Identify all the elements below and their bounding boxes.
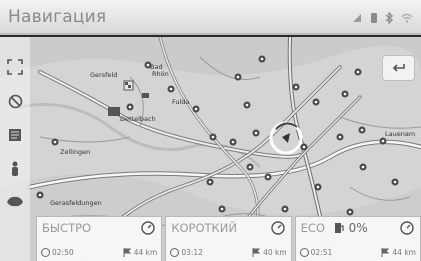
map-options-icon[interactable] (4, 124, 26, 146)
map-controls-sidebar (0, 37, 30, 261)
map-label: Lauenam (385, 130, 415, 138)
route-name: БЫСТРО (42, 221, 92, 235)
flag-icon (252, 248, 261, 257)
route-meta: 02:50 44 km (41, 248, 157, 257)
start-flag-icon (123, 80, 134, 91)
route-time: 02:50 (52, 248, 74, 257)
layers-icon[interactable] (4, 190, 26, 212)
fuel-indicator: 0% (334, 221, 368, 235)
return-arrow-icon (392, 64, 405, 72)
route-distance: 44 km (392, 248, 416, 257)
navigation-screen: Навигация Gersfeld Bad Rhön Fulda Dettel… (0, 0, 421, 261)
status-bar (351, 9, 413, 28)
page-title: Навигация (8, 7, 107, 27)
fuel-percent: 0% (348, 221, 368, 235)
map-label: Gersfeld (90, 71, 117, 79)
map-label: Dettelbach (120, 115, 156, 123)
title-bar: Навигация (0, 0, 421, 35)
speedometer-icon (400, 221, 414, 235)
route-fast-card[interactable]: БЫСТРО 02:50 44 km (36, 216, 163, 261)
route-distance: 44 km (133, 248, 158, 257)
map-label: Zellingen (60, 148, 90, 156)
clock-icon (41, 248, 50, 257)
wifi-icon (401, 9, 413, 28)
phone-icon (370, 9, 378, 28)
route-short-card[interactable]: КОРОТКИЙ 03:12 40 km (165, 216, 292, 261)
route-time: 03:12 (181, 248, 203, 257)
route-name: КОРОТКИЙ (171, 221, 237, 235)
fuel-pump-icon (334, 223, 344, 233)
route-meta: 03:12 40 km (170, 248, 287, 257)
zoom-extent-icon[interactable] (4, 56, 26, 78)
back-button[interactable] (382, 55, 415, 81)
flag-icon (381, 248, 390, 257)
map-label: Fulda (172, 98, 189, 106)
signal-icon (351, 9, 363, 28)
speedometer-icon (141, 221, 156, 235)
no-entry-icon[interactable] (4, 90, 26, 112)
route-distance: 40 km (263, 248, 287, 257)
person-icon[interactable] (4, 158, 26, 180)
speedometer-icon (270, 221, 285, 235)
route-meta: 02:51 44 km (299, 248, 416, 257)
route-time: 02:51 (310, 248, 333, 257)
route-name: ECO (300, 221, 326, 235)
route-eco-card[interactable]: ECO 0% 02:51 44 km (294, 216, 421, 261)
bluetooth-icon (385, 9, 394, 28)
clock-icon (170, 248, 180, 257)
map-label: Gerasfeldungen (50, 199, 102, 207)
route-options: БЫСТРО 02:50 44 km КОРОТКИЙ 03:12 40 km … (36, 216, 421, 261)
clock-icon (299, 248, 309, 257)
flag-icon (123, 248, 131, 257)
map-label: Rhön (152, 70, 169, 78)
